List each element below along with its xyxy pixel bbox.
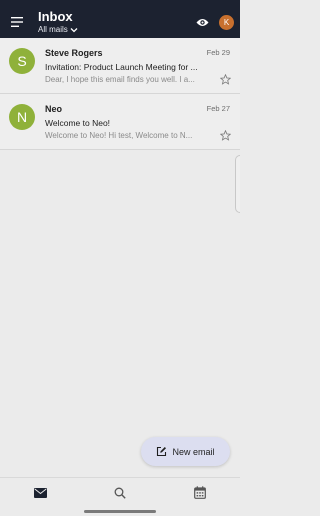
nav-mail[interactable] (0, 478, 80, 507)
compose-icon (157, 446, 167, 457)
new-email-button[interactable]: New email (141, 437, 230, 466)
side-drawer-handle[interactable] (235, 155, 240, 213)
search-icon (114, 487, 126, 499)
home-indicator[interactable] (84, 510, 156, 513)
email-preview: Dear, I hope this email finds you well. … (45, 75, 195, 84)
email-row[interactable]: N Neo Feb 27 Welcome to Neo! Welcome to … (0, 94, 240, 150)
mail-filter-dropdown[interactable]: All mails (38, 25, 189, 35)
email-date: Feb 27 (206, 104, 230, 113)
eye-icon (196, 18, 208, 26)
star-icon[interactable] (220, 130, 231, 141)
title-block: Inbox All mails (34, 8, 189, 35)
email-subject: Welcome to Neo! (45, 118, 111, 128)
user-avatar-letter: K (223, 17, 230, 27)
sender-avatar: N (9, 104, 35, 130)
mail-icon (33, 487, 47, 498)
bottom-navigation (0, 477, 240, 507)
email-preview: Welcome to Neo! Hi test, Welcome to N... (45, 131, 193, 140)
chevron-down-icon (70, 27, 78, 32)
sender-avatar: S (9, 48, 35, 74)
app-bar: Inbox All mails K (0, 6, 240, 38)
sender-avatar-letter: S (17, 53, 27, 69)
nav-search[interactable] (80, 478, 160, 507)
user-avatar[interactable]: K (219, 14, 234, 30)
email-sender: Neo (45, 104, 63, 114)
menu-button[interactable] (0, 6, 34, 38)
email-date: Feb 29 (206, 48, 230, 57)
email-row[interactable]: S Steve Rogers Feb 29 Invitation: Produc… (0, 38, 240, 94)
sender-avatar-letter: N (16, 109, 28, 125)
calendar-icon (194, 486, 206, 499)
email-subject: Invitation: Product Launch Meeting for .… (45, 62, 198, 72)
new-email-label: New email (172, 446, 215, 457)
email-list: S Steve Rogers Feb 29 Invitation: Produc… (0, 38, 240, 150)
visibility-toggle-button[interactable] (189, 6, 215, 38)
page-title: Inbox (38, 8, 73, 24)
email-sender: Steve Rogers (45, 48, 103, 58)
mail-filter-label: All mails (38, 24, 68, 34)
nav-calendar[interactable] (160, 478, 240, 507)
hamburger-menu-icon (11, 17, 23, 27)
star-icon[interactable] (220, 74, 231, 85)
